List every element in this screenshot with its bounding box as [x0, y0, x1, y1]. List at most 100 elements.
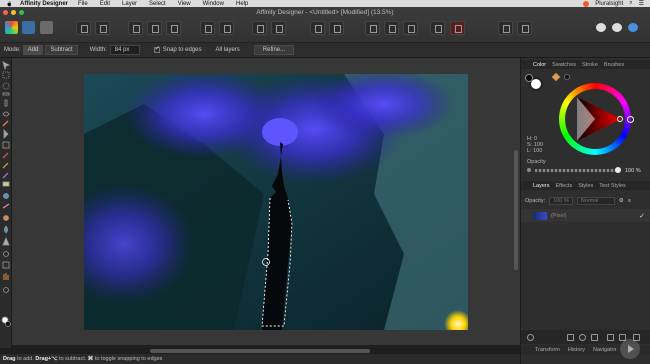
row-marquee-tool-icon[interactable]: [2, 92, 10, 96]
all-layers-label[interactable]: All layers: [215, 47, 239, 53]
ellipse-marquee-tool-icon[interactable]: [2, 82, 10, 90]
document-setup-button[interactable]: [76, 21, 91, 35]
vertical-scrollbar[interactable]: [514, 150, 518, 270]
color-replace-tool-icon[interactable]: [2, 172, 9, 179]
tab-layers[interactable]: Layers: [533, 183, 550, 189]
mode-add-button[interactable]: Add: [22, 45, 44, 55]
horizontal-scrollbar[interactable]: [150, 349, 370, 353]
view-mode-3-button[interactable]: [166, 21, 181, 35]
sharpen-tool-icon[interactable]: [2, 236, 10, 246]
tab-brushes[interactable]: Brushes: [604, 62, 624, 68]
menu-window[interactable]: Window: [203, 1, 224, 7]
flood-select-tool-icon[interactable]: [3, 129, 9, 139]
gradient-tool-icon[interactable]: [2, 203, 10, 209]
align-button[interactable]: [252, 21, 267, 35]
transform-button[interactable]: [271, 21, 286, 35]
insert-inside-button[interactable]: [517, 21, 532, 35]
crop-tool-icon[interactable]: [2, 261, 10, 269]
fx-icon[interactable]: [591, 334, 598, 341]
menu-select[interactable]: Select: [149, 1, 166, 7]
canvas-area[interactable]: [12, 58, 520, 345]
clone-tool-icon[interactable]: [3, 251, 9, 257]
flip-button[interactable]: [310, 21, 325, 35]
blend-mode-dropdown[interactable]: Normal: [576, 197, 615, 205]
mode-subtract-button[interactable]: Subtract: [45, 45, 78, 55]
adjustments-icon[interactable]: [579, 334, 586, 341]
add-mask-icon[interactable]: [567, 334, 574, 341]
apple-icon[interactable]: [4, 0, 14, 7]
insert-target-button[interactable]: [498, 21, 513, 35]
search-icon[interactable]: ⌕: [629, 0, 632, 7]
snapping-magnet-button[interactable]: [450, 21, 465, 35]
close-window-icon[interactable]: [3, 10, 8, 15]
width-input[interactable]: 84 px: [109, 45, 140, 55]
new-layer-icon[interactable]: [607, 334, 614, 341]
studio-icon[interactable]: [612, 23, 622, 32]
blur-tool-icon[interactable]: [4, 225, 8, 234]
tab-history[interactable]: History: [568, 347, 585, 353]
minimize-window-icon[interactable]: [11, 10, 16, 15]
layer-row-pixel[interactable]: (Pixel) ✓: [521, 209, 650, 222]
tab-effects[interactable]: Effects: [556, 183, 573, 189]
tab-styles[interactable]: Styles: [578, 183, 593, 189]
marquee-tool-icon[interactable]: [2, 71, 10, 79]
column-marquee-tool-icon[interactable]: [4, 99, 8, 107]
color-picker-dot-icon[interactable]: [564, 74, 570, 80]
menu-view[interactable]: View: [178, 1, 191, 7]
designer-persona-icon[interactable]: [5, 21, 18, 34]
snapping-toggle-button[interactable]: [430, 21, 445, 35]
photo-layer[interactable]: [84, 74, 468, 330]
grid-tool-icon[interactable]: [2, 141, 10, 149]
snap-to-edges-checkbox[interactable]: [153, 45, 160, 53]
app-menu[interactable]: Affinity Designer: [20, 1, 68, 7]
view-mode-button[interactable]: [128, 21, 143, 35]
selection-brush-tool-icon[interactable]: [2, 120, 9, 127]
erase-tool-icon[interactable]: [2, 181, 10, 187]
snap-to-edges-label[interactable]: Snap to edges: [163, 47, 202, 53]
refine-button[interactable]: Refine...: [253, 45, 295, 55]
hsl-color-wheel[interactable]: [559, 83, 631, 155]
menu-layer[interactable]: Layer: [122, 1, 137, 7]
pencil-tool-icon[interactable]: [2, 162, 9, 169]
paint-brush-tool-icon[interactable]: [2, 152, 9, 159]
dodge-tool-icon[interactable]: [3, 215, 9, 221]
move-tool-icon[interactable]: [2, 61, 11, 71]
boolean-intersect-button[interactable]: [403, 21, 418, 35]
layer-name[interactable]: (Pixel): [551, 213, 567, 219]
tab-swatches[interactable]: Swatches: [552, 62, 576, 68]
layers-opacity-dropdown[interactable]: 100 %: [549, 197, 573, 205]
layer-menu-icon[interactable]: ≡: [628, 198, 631, 204]
menu-file[interactable]: File: [78, 1, 88, 7]
order-back-button[interactable]: [200, 21, 215, 35]
pixel-persona-icon[interactable]: [22, 21, 35, 34]
menu-list-icon[interactable]: ☰: [639, 0, 644, 7]
hand-tool-icon[interactable]: [3, 273, 9, 280]
layer-stack-icon[interactable]: [527, 334, 534, 341]
video-play-icon[interactable]: [620, 339, 640, 359]
stroke-swatch-icon[interactable]: [525, 74, 533, 82]
share-icon[interactable]: [628, 23, 638, 32]
color-bg-swatch-icon[interactable]: [5, 321, 11, 327]
zoom-tool-icon[interactable]: [3, 287, 9, 293]
color-opacity-slider-knob[interactable]: [615, 167, 621, 173]
view-mode-2-button[interactable]: [147, 21, 162, 35]
tab-stroke[interactable]: Stroke: [582, 62, 598, 68]
color-opacity-slider[interactable]: [535, 169, 617, 172]
color-opacity-value[interactable]: 100 %: [625, 168, 641, 174]
fill-tool-icon[interactable]: [3, 193, 9, 199]
assistant-icon[interactable]: [596, 23, 606, 32]
eyedropper-icon[interactable]: [551, 72, 561, 82]
hue-ring-handle[interactable]: [627, 116, 634, 123]
layer-settings-gear-icon[interactable]: ⚙: [619, 198, 624, 204]
lasso-tool-icon[interactable]: [2, 111, 10, 117]
tab-transform[interactable]: Transform: [535, 347, 560, 353]
rotate-button[interactable]: [329, 21, 344, 35]
tab-color[interactable]: Color: [533, 62, 546, 68]
tab-navigator[interactable]: Navigator: [593, 347, 617, 353]
export-persona-icon[interactable]: [40, 21, 53, 34]
boolean-subtract-button[interactable]: [384, 21, 399, 35]
boolean-add-button[interactable]: [365, 21, 380, 35]
layer-visibility-check-icon[interactable]: ✓: [639, 212, 645, 220]
menu-edit[interactable]: Edit: [100, 1, 110, 7]
snapping-button[interactable]: [95, 21, 110, 35]
